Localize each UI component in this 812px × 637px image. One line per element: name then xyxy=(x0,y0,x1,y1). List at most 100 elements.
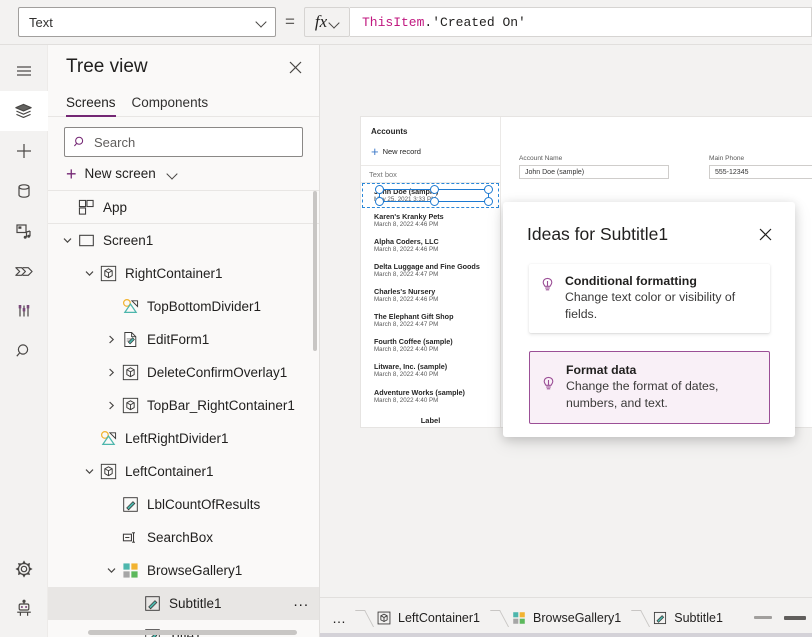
breadcrumb-item-leftcontainer1[interactable]: LeftContainer1 xyxy=(364,598,490,637)
rail-item-hamburger-menu[interactable] xyxy=(0,51,48,91)
tree-node-rightcontainer1[interactable]: RightContainer1 xyxy=(48,257,319,290)
chevron-down-icon[interactable] xyxy=(80,265,98,283)
formula-input[interactable]: ThisItem. 'Created On' xyxy=(350,7,812,37)
breadcrumb-separator xyxy=(631,598,640,637)
idea-card-format-data[interactable]: Format data Change the format of dates, … xyxy=(529,351,770,425)
resize-handle[interactable] xyxy=(484,197,493,206)
search-input[interactable]: Search xyxy=(64,127,303,157)
chevron-down-icon[interactable] xyxy=(80,463,98,481)
idea-card-description: Change text color or visibility of field… xyxy=(565,290,736,321)
rail-item-power-automate[interactable] xyxy=(0,251,48,291)
label-icon xyxy=(142,594,162,614)
new-record-button[interactable]: + New record xyxy=(361,136,500,165)
app-canvas[interactable]: Accounts + New record Text box John Doe … xyxy=(320,45,812,597)
rail-item-search[interactable] xyxy=(0,331,48,371)
gallery-search-placeholder: Text box xyxy=(369,169,397,179)
gallery-item-title: Litware, Inc. (sample) xyxy=(374,362,448,372)
form-field-main-phone: Main Phone 555-12345 xyxy=(709,155,812,179)
lightbulb-icon xyxy=(541,376,556,397)
idea-card-title: Conditional formatting xyxy=(565,274,697,288)
field-value[interactable]: John Doe (sample) xyxy=(519,165,669,179)
new-screen-button[interactable]: + New screen xyxy=(48,157,319,191)
textinput-icon xyxy=(120,528,140,548)
tab-components[interactable]: Components xyxy=(132,95,209,117)
breadcrumb-separator xyxy=(355,598,364,637)
tree-node-label: LblCountOfResults xyxy=(147,497,261,512)
rail-item-tree-view[interactable] xyxy=(0,91,48,131)
field-value[interactable]: 555-12345 xyxy=(709,165,812,179)
rail-item-copilot[interactable] xyxy=(0,589,48,629)
tree-node-screen1[interactable]: Screen1 xyxy=(48,224,319,257)
chevron-down-icon[interactable] xyxy=(58,232,76,250)
breadcrumb-overflow[interactable]: … xyxy=(320,598,355,637)
breadcrumb-label: BrowseGallery1 xyxy=(533,610,622,625)
tree-node-app[interactable]: App xyxy=(48,191,319,224)
resize-handle[interactable] xyxy=(484,185,493,194)
rail-item-variables[interactable] xyxy=(0,291,48,331)
gallery-item-subtitle: March 8, 2022 4:46 PM xyxy=(374,221,439,229)
gallery-item[interactable]: The Elephant Gift Shop March 8, 2022 4:47… xyxy=(361,308,500,333)
gallery-item[interactable]: Alpha Coders, LLC March 8, 2022 4:46 PM xyxy=(361,233,500,258)
resize-handle[interactable] xyxy=(429,197,439,206)
tree-node-label: BrowseGallery1 xyxy=(147,563,243,578)
gallery-item[interactable]: Fourth Coffee (sample) March 8, 2022 4:40… xyxy=(361,333,500,358)
tree-vertical-scrollbar[interactable] xyxy=(313,191,317,351)
tree-node-topbottomdivider1[interactable]: TopBottomDivider1 xyxy=(48,290,319,323)
rail-item-media[interactable] xyxy=(0,211,48,251)
close-icon[interactable] xyxy=(755,224,775,244)
gallery-item[interactable]: John Doe (sample) May 25, 2021 3:33 PM xyxy=(361,183,500,209)
zoom-slider-minimize[interactable] xyxy=(754,616,772,619)
tree-node-lblcountofresults[interactable]: LblCountOfResults xyxy=(48,488,319,521)
search-icon xyxy=(15,344,28,357)
gallery-item[interactable]: Charles's Nursery March 8, 2022 4:46 PM xyxy=(361,283,500,308)
gallery-item[interactable]: Delta Luggage and Fine Goods March 8, 202… xyxy=(361,258,500,283)
resize-handle[interactable] xyxy=(375,185,384,194)
breadcrumb-item-subtitle1[interactable]: Subtitle1 xyxy=(640,598,733,637)
tab-screens[interactable]: Screens xyxy=(66,95,116,117)
lightbulb-icon xyxy=(540,277,555,298)
tree-node-leftrightdivider1[interactable]: LeftRightDivider1 xyxy=(48,422,319,455)
resize-handle[interactable] xyxy=(375,197,384,206)
zoom-slider-fit[interactable] xyxy=(784,615,806,620)
rail-item-data[interactable] xyxy=(0,171,48,211)
tree-node-browsegallery1[interactable]: BrowseGallery1 xyxy=(48,554,319,587)
gallery-icon xyxy=(120,561,140,581)
container-icon xyxy=(120,363,140,383)
tree-node-deleteconfirmoverlay1[interactable]: DeleteConfirmOverlay1 xyxy=(48,356,319,389)
tree-node-leftcontainer1[interactable]: LeftContainer1 xyxy=(48,455,319,488)
chevron-right-icon[interactable] xyxy=(102,331,120,349)
tree-node-topbar_rightcontainer1[interactable]: TopBar_RightContainer1 xyxy=(48,389,319,422)
fx-button[interactable]: fx xyxy=(304,7,350,37)
chevron-right-icon[interactable] xyxy=(102,397,120,415)
resize-handle[interactable] xyxy=(429,185,439,194)
browse-gallery[interactable]: John Doe (sample) May 25, 2021 3:33 PM Kar… xyxy=(361,183,500,427)
tree-node-searchbox[interactable]: SearchBox xyxy=(48,521,319,554)
property-dropdown[interactable]: Text xyxy=(18,7,276,37)
tree-node-overflow-menu[interactable]: ... xyxy=(293,594,309,614)
ideas-panel: Ideas for Subtitle1 Conditional formatti… xyxy=(503,202,795,437)
tree-node-list[interactable]: App Screen1 RightContainer1 TopBottomDivide… xyxy=(48,191,319,637)
ideas-panel-header: Ideas for Subtitle1 xyxy=(503,202,795,245)
idea-card-conditional-formatting[interactable]: Conditional formatting Change text color… xyxy=(529,264,770,334)
chevron-right-icon[interactable] xyxy=(102,364,120,382)
rail-item-settings[interactable] xyxy=(0,549,48,589)
chevron-down-icon[interactable] xyxy=(102,562,120,580)
close-glyph xyxy=(759,228,771,240)
tree-node-editform1[interactable]: EditForm1 xyxy=(48,323,319,356)
gallery-item[interactable]: Adventure Works (sample) March 8, 2022 4:… xyxy=(361,384,500,409)
gallery-item[interactable]: Litware, Inc. (sample) March 8, 2022 4:40… xyxy=(361,358,500,383)
breadcrumb-item-browsegallery1[interactable]: BrowseGallery1 xyxy=(499,598,631,637)
gallery-search-box[interactable]: Text box xyxy=(361,165,500,183)
database-icon xyxy=(17,184,30,198)
gallery-item[interactable]: Karen's Kranky Pets March 8, 2022 4:46 PM xyxy=(361,208,500,233)
tree-node-subtitle1[interactable]: Subtitle1... xyxy=(48,587,319,620)
rail-item-insert[interactable] xyxy=(0,131,48,171)
selection-box[interactable] xyxy=(375,185,493,206)
close-icon[interactable] xyxy=(283,55,307,79)
tree-horizontal-scrollbar[interactable] xyxy=(88,630,297,635)
breadcrumb-bar: … LeftContainer1 BrowseGallery1 Subtitle… xyxy=(320,597,812,637)
formula-bar: Text = fx ThisItem. 'Created On' xyxy=(0,0,812,45)
variables-icon xyxy=(18,305,29,317)
gallery-footer-label: Label xyxy=(361,414,500,427)
gallery-item-title: Delta Luggage and Fine Goods xyxy=(374,262,480,272)
